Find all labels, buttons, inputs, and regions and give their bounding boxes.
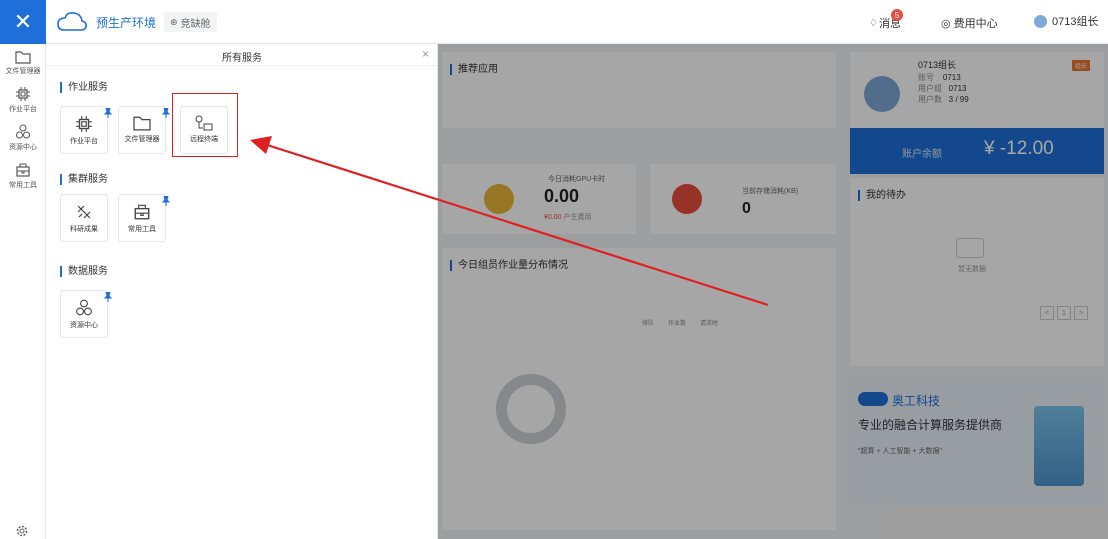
messages-button[interactable]: ♢ 消息 5 xyxy=(869,9,903,31)
fee-center-link[interactable]: ◎ 费用中心 xyxy=(941,15,998,31)
environment-title[interactable]: 预生产环境 xyxy=(96,14,156,31)
messages-count-badge: 5 xyxy=(891,9,903,21)
user-menu[interactable]: 0713组长 xyxy=(1034,13,1098,29)
rail-item-resource-center[interactable]: 资源中心 xyxy=(0,124,46,152)
hexagons-icon xyxy=(76,299,92,316)
close-icon[interactable]: ✕ xyxy=(0,0,46,44)
satellite-icon xyxy=(77,205,91,219)
highlight-box xyxy=(172,93,238,157)
pin-icon[interactable] xyxy=(162,196,170,206)
close-icon[interactable]: × xyxy=(422,47,429,61)
tile-research-results[interactable]: 科研成果 xyxy=(60,194,108,242)
hexagons-icon xyxy=(16,124,30,139)
rail-item-tools[interactable]: 常用工具 xyxy=(0,162,46,190)
bell-icon: ♢ xyxy=(869,17,878,29)
tile-resource-center[interactable]: 资源中心 xyxy=(60,290,112,338)
left-rail: 文件管理器 作业平台 资源中心 常用工具 xyxy=(0,44,46,539)
rail-item-job-platform[interactable]: 作业平台 xyxy=(0,86,46,114)
section-title-job: 作业服务 xyxy=(60,82,108,93)
modal-overlay[interactable] xyxy=(438,44,1108,539)
pin-icon[interactable] xyxy=(104,292,112,302)
environment-badge[interactable]: ⊕ 竞缺舱 xyxy=(164,12,217,32)
cabin-icon: ⊕ xyxy=(170,16,178,27)
rail-item-file-manager[interactable]: 文件管理器 xyxy=(0,50,46,76)
folder-icon xyxy=(133,116,151,131)
tile-file-manager[interactable]: 文件管理器 xyxy=(118,106,170,154)
toolbox-icon xyxy=(16,163,30,177)
wallet-icon: ◎ xyxy=(941,18,951,30)
chip-icon xyxy=(76,116,92,132)
top-bar: ✕ 预生产环境 ⊕ 竞缺舱 ♢ 消息 5 ◎ 费用中心 0713组长 xyxy=(0,0,1108,44)
section-title-cluster: 集群服务 xyxy=(60,174,108,185)
tile-job-platform[interactable]: 作业平台 xyxy=(60,106,112,154)
tile-tools[interactable]: 常用工具 xyxy=(118,194,170,242)
pin-icon[interactable] xyxy=(162,108,170,118)
section-title-data: 数据服务 xyxy=(60,266,108,277)
panel-header: 所有服务 × xyxy=(46,44,438,66)
pin-icon[interactable] xyxy=(104,108,112,118)
chip-icon xyxy=(16,87,30,101)
all-services-panel: 所有服务 × 作业服务 作业平台 文件管理器 远程终端 集群服务 科研成果 常用… xyxy=(46,44,438,539)
toolbox-icon xyxy=(134,204,150,220)
gear-icon[interactable] xyxy=(15,524,29,538)
cloud-logo-icon xyxy=(57,12,87,31)
panel-title: 所有服务 xyxy=(222,53,262,64)
avatar xyxy=(1034,14,1047,28)
folder-icon xyxy=(15,51,31,64)
